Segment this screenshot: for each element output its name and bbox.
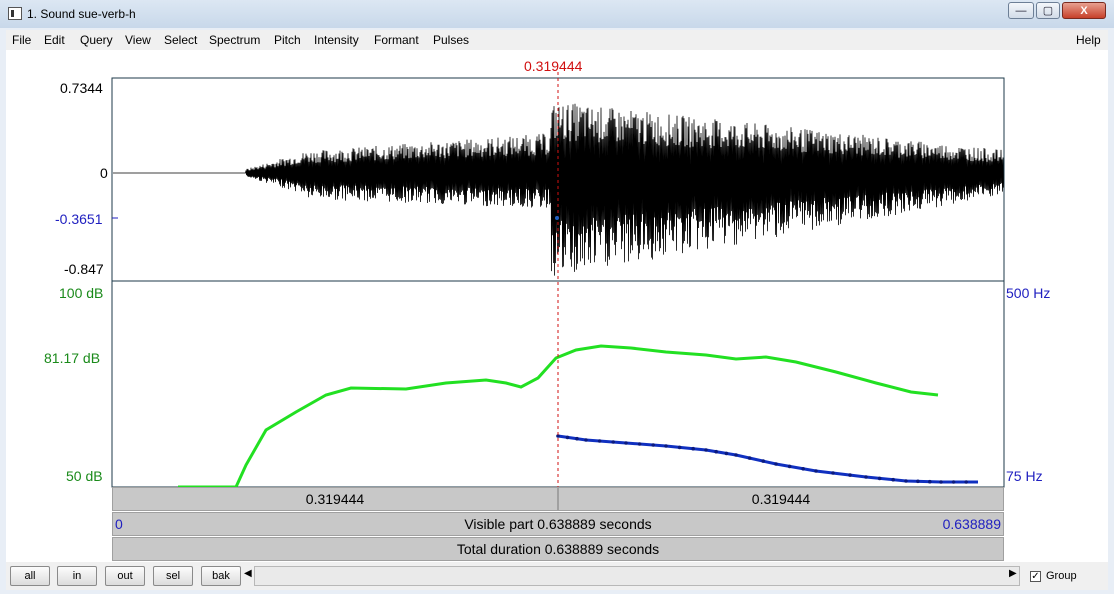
maximize-button[interactable]: ▢ bbox=[1036, 2, 1060, 19]
menu-spectrum[interactable]: Spectrum bbox=[209, 33, 260, 47]
pitch-point bbox=[584, 438, 588, 442]
menu-pulses[interactable]: Pulses bbox=[433, 33, 469, 47]
pitch-point bbox=[651, 443, 655, 447]
pitch-point bbox=[747, 456, 752, 460]
selection-right-bar[interactable]: 0.319444 bbox=[558, 487, 1004, 511]
selection-left-bar[interactable]: 0.319444 bbox=[112, 487, 558, 511]
menu-view[interactable]: View bbox=[125, 33, 151, 47]
window-title: 1. Sound sue-verb-h bbox=[27, 7, 136, 21]
pitch-point bbox=[575, 436, 579, 441]
visible-end-label: 0.638889 bbox=[942, 516, 1001, 532]
pitch-point bbox=[964, 480, 968, 484]
pitch-point bbox=[904, 479, 908, 483]
pitch-point bbox=[801, 467, 805, 471]
pitch-point bbox=[939, 480, 943, 484]
visible-start-label: 0 bbox=[115, 516, 123, 532]
title-bar[interactable]: 1. Sound sue-verb-h — ▢ X bbox=[0, 0, 1114, 28]
bottom-toolbar: all in out sel bak ◀ ▶ ✓ Group bbox=[6, 562, 1108, 590]
total-duration-bar[interactable]: Total duration 0.638889 seconds bbox=[112, 537, 1004, 561]
pitch-point bbox=[814, 469, 818, 473]
pitch-point bbox=[891, 477, 895, 482]
menu-intensity[interactable]: Intensity bbox=[314, 33, 359, 47]
pitch-point bbox=[624, 441, 628, 445]
pitch-point bbox=[951, 480, 956, 484]
pitch-point bbox=[877, 476, 882, 481]
pitch-point bbox=[734, 453, 738, 457]
menu-file[interactable]: File bbox=[12, 33, 31, 47]
zoom-back-button[interactable]: bak bbox=[201, 566, 241, 586]
menu-select[interactable]: Select bbox=[164, 33, 197, 47]
zoom-selection-button[interactable]: sel bbox=[153, 566, 193, 586]
menu-query[interactable]: Query bbox=[80, 33, 113, 47]
pitch-point bbox=[761, 459, 765, 463]
horizontal-scrollbar[interactable] bbox=[254, 566, 1020, 586]
pitch-point bbox=[691, 446, 695, 451]
pitch-point bbox=[831, 471, 835, 475]
pitch-point bbox=[637, 442, 642, 446]
menu-bar: File Edit Query View Select Spectrum Pit… bbox=[6, 30, 1108, 50]
zoom-in-button[interactable]: in bbox=[57, 566, 97, 586]
menu-formant[interactable]: Formant bbox=[374, 33, 419, 47]
editor-content: 0.319444 0.7344 0 -0.3651 -0.847 100 dB … bbox=[6, 50, 1108, 562]
visible-part-bar[interactable]: 0 Visible part 0.638889 seconds 0.638889 bbox=[112, 512, 1004, 536]
pitch-point bbox=[677, 445, 682, 450]
app-icon bbox=[8, 7, 22, 20]
pitch-point bbox=[724, 451, 729, 456]
visible-part-label: Visible part 0.638889 seconds bbox=[464, 516, 652, 532]
pitch-point bbox=[664, 444, 668, 448]
pitch-point bbox=[565, 435, 570, 440]
pitch-point bbox=[704, 448, 708, 452]
signal-display[interactable] bbox=[6, 50, 1108, 562]
scroll-right-arrow-icon[interactable]: ▶ bbox=[1009, 568, 1017, 579]
cursor-value-dot bbox=[555, 216, 559, 220]
scroll-left-arrow-icon[interactable]: ◀ bbox=[244, 568, 252, 579]
group-label: Group bbox=[1046, 570, 1077, 582]
pitch-point bbox=[848, 473, 852, 477]
pitch-point bbox=[611, 440, 615, 444]
pitch-point bbox=[787, 464, 792, 469]
pitch-point bbox=[864, 475, 868, 479]
pitch-point bbox=[597, 439, 602, 443]
zoom-out-button[interactable]: out bbox=[105, 566, 145, 586]
pitch-point bbox=[714, 449, 718, 454]
pitch-point bbox=[916, 479, 920, 484]
close-button[interactable]: X bbox=[1062, 2, 1106, 19]
group-checkbox[interactable]: ✓ bbox=[1030, 571, 1041, 582]
menu-pitch[interactable]: Pitch bbox=[274, 33, 301, 47]
zoom-all-button[interactable]: all bbox=[10, 566, 50, 586]
minimize-button[interactable]: — bbox=[1008, 2, 1034, 19]
pitch-point bbox=[928, 479, 932, 484]
menu-edit[interactable]: Edit bbox=[44, 33, 65, 47]
pitch-point bbox=[774, 462, 778, 466]
praat-sound-editor-window: 1. Sound sue-verb-h — ▢ X File Edit Quer… bbox=[0, 0, 1114, 594]
menu-help[interactable]: Help bbox=[1076, 33, 1101, 47]
